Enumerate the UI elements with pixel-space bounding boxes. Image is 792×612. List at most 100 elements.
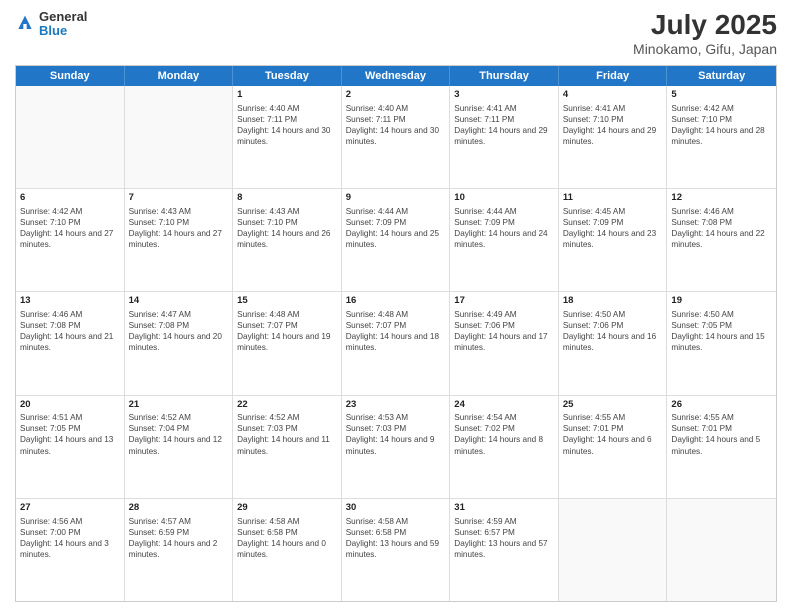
calendar-day-25: 25Sunrise: 4:55 AM Sunset: 7:01 PM Dayli…	[559, 396, 668, 498]
logo-line2: Blue	[39, 24, 87, 38]
day-info: Sunrise: 4:55 AM Sunset: 7:01 PM Dayligh…	[671, 412, 772, 456]
calendar-row-1: 1Sunrise: 4:40 AM Sunset: 7:11 PM Daylig…	[16, 86, 776, 189]
day-info: Sunrise: 4:52 AM Sunset: 7:03 PM Dayligh…	[237, 412, 337, 456]
day-number: 30	[346, 502, 446, 515]
logo: General Blue	[15, 10, 87, 39]
day-info: Sunrise: 4:54 AM Sunset: 7:02 PM Dayligh…	[454, 412, 554, 456]
day-number: 9	[346, 192, 446, 205]
calendar-title: July 2025	[633, 10, 777, 41]
calendar-day-8: 8Sunrise: 4:43 AM Sunset: 7:10 PM Daylig…	[233, 189, 342, 291]
calendar-day-21: 21Sunrise: 4:52 AM Sunset: 7:04 PM Dayli…	[125, 396, 234, 498]
day-number: 10	[454, 192, 554, 205]
day-number: 28	[129, 502, 229, 515]
calendar-day-2: 2Sunrise: 4:40 AM Sunset: 7:11 PM Daylig…	[342, 86, 451, 188]
day-number: 4	[563, 89, 663, 102]
calendar-row-5: 27Sunrise: 4:56 AM Sunset: 7:00 PM Dayli…	[16, 499, 776, 601]
calendar-empty-cell	[559, 499, 668, 601]
day-number: 25	[563, 399, 663, 412]
calendar-day-29: 29Sunrise: 4:58 AM Sunset: 6:58 PM Dayli…	[233, 499, 342, 601]
day-info: Sunrise: 4:42 AM Sunset: 7:10 PM Dayligh…	[20, 206, 120, 250]
day-info: Sunrise: 4:43 AM Sunset: 7:10 PM Dayligh…	[237, 206, 337, 250]
day-number: 19	[671, 295, 772, 308]
calendar-day-11: 11Sunrise: 4:45 AM Sunset: 7:09 PM Dayli…	[559, 189, 668, 291]
day-header-monday: Monday	[125, 66, 234, 86]
calendar-day-20: 20Sunrise: 4:51 AM Sunset: 7:05 PM Dayli…	[16, 396, 125, 498]
calendar-day-4: 4Sunrise: 4:41 AM Sunset: 7:10 PM Daylig…	[559, 86, 668, 188]
day-number: 12	[671, 192, 772, 205]
day-number: 22	[237, 399, 337, 412]
day-header-sunday: Sunday	[16, 66, 125, 86]
calendar-day-3: 3Sunrise: 4:41 AM Sunset: 7:11 PM Daylig…	[450, 86, 559, 188]
day-number: 7	[129, 192, 229, 205]
calendar-empty-cell	[16, 86, 125, 188]
day-info: Sunrise: 4:44 AM Sunset: 7:09 PM Dayligh…	[454, 206, 554, 250]
calendar-day-28: 28Sunrise: 4:57 AM Sunset: 6:59 PM Dayli…	[125, 499, 234, 601]
calendar-day-6: 6Sunrise: 4:42 AM Sunset: 7:10 PM Daylig…	[16, 189, 125, 291]
calendar-day-5: 5Sunrise: 4:42 AM Sunset: 7:10 PM Daylig…	[667, 86, 776, 188]
calendar-day-17: 17Sunrise: 4:49 AM Sunset: 7:06 PM Dayli…	[450, 292, 559, 394]
day-number: 1	[237, 89, 337, 102]
day-header-friday: Friday	[559, 66, 668, 86]
day-number: 5	[671, 89, 772, 102]
day-number: 21	[129, 399, 229, 412]
calendar-subtitle: Minokamo, Gifu, Japan	[633, 41, 777, 57]
day-info: Sunrise: 4:50 AM Sunset: 7:05 PM Dayligh…	[671, 309, 772, 353]
day-number: 18	[563, 295, 663, 308]
page: General Blue July 2025 Minokamo, Gifu, J…	[0, 0, 792, 612]
day-number: 2	[346, 89, 446, 102]
calendar-day-18: 18Sunrise: 4:50 AM Sunset: 7:06 PM Dayli…	[559, 292, 668, 394]
day-info: Sunrise: 4:50 AM Sunset: 7:06 PM Dayligh…	[563, 309, 663, 353]
day-info: Sunrise: 4:46 AM Sunset: 7:08 PM Dayligh…	[671, 206, 772, 250]
day-number: 31	[454, 502, 554, 515]
calendar-row-4: 20Sunrise: 4:51 AM Sunset: 7:05 PM Dayli…	[16, 396, 776, 499]
day-info: Sunrise: 4:41 AM Sunset: 7:11 PM Dayligh…	[454, 103, 554, 147]
day-info: Sunrise: 4:57 AM Sunset: 6:59 PM Dayligh…	[129, 516, 229, 560]
day-number: 16	[346, 295, 446, 308]
day-info: Sunrise: 4:51 AM Sunset: 7:05 PM Dayligh…	[20, 412, 120, 456]
calendar-header: SundayMondayTuesdayWednesdayThursdayFrid…	[16, 66, 776, 86]
day-info: Sunrise: 4:48 AM Sunset: 7:07 PM Dayligh…	[237, 309, 337, 353]
logo-icon	[15, 14, 35, 34]
day-info: Sunrise: 4:53 AM Sunset: 7:03 PM Dayligh…	[346, 412, 446, 456]
calendar-empty-cell	[667, 499, 776, 601]
calendar-day-15: 15Sunrise: 4:48 AM Sunset: 7:07 PM Dayli…	[233, 292, 342, 394]
calendar-day-24: 24Sunrise: 4:54 AM Sunset: 7:02 PM Dayli…	[450, 396, 559, 498]
day-header-tuesday: Tuesday	[233, 66, 342, 86]
day-number: 15	[237, 295, 337, 308]
day-info: Sunrise: 4:56 AM Sunset: 7:00 PM Dayligh…	[20, 516, 120, 560]
calendar-row-3: 13Sunrise: 4:46 AM Sunset: 7:08 PM Dayli…	[16, 292, 776, 395]
calendar-day-14: 14Sunrise: 4:47 AM Sunset: 7:08 PM Dayli…	[125, 292, 234, 394]
day-info: Sunrise: 4:58 AM Sunset: 6:58 PM Dayligh…	[346, 516, 446, 560]
day-info: Sunrise: 4:40 AM Sunset: 7:11 PM Dayligh…	[237, 103, 337, 147]
day-info: Sunrise: 4:40 AM Sunset: 7:11 PM Dayligh…	[346, 103, 446, 147]
day-header-wednesday: Wednesday	[342, 66, 451, 86]
day-info: Sunrise: 4:46 AM Sunset: 7:08 PM Dayligh…	[20, 309, 120, 353]
day-info: Sunrise: 4:44 AM Sunset: 7:09 PM Dayligh…	[346, 206, 446, 250]
day-info: Sunrise: 4:49 AM Sunset: 7:06 PM Dayligh…	[454, 309, 554, 353]
day-header-saturday: Saturday	[667, 66, 776, 86]
day-number: 27	[20, 502, 120, 515]
day-number: 11	[563, 192, 663, 205]
calendar-day-22: 22Sunrise: 4:52 AM Sunset: 7:03 PM Dayli…	[233, 396, 342, 498]
logo-text: General Blue	[39, 10, 87, 39]
header: General Blue July 2025 Minokamo, Gifu, J…	[15, 10, 777, 57]
calendar-day-13: 13Sunrise: 4:46 AM Sunset: 7:08 PM Dayli…	[16, 292, 125, 394]
logo-line1: General	[39, 10, 87, 24]
calendar-day-16: 16Sunrise: 4:48 AM Sunset: 7:07 PM Dayli…	[342, 292, 451, 394]
calendar-row-2: 6Sunrise: 4:42 AM Sunset: 7:10 PM Daylig…	[16, 189, 776, 292]
calendar-day-1: 1Sunrise: 4:40 AM Sunset: 7:11 PM Daylig…	[233, 86, 342, 188]
calendar-day-9: 9Sunrise: 4:44 AM Sunset: 7:09 PM Daylig…	[342, 189, 451, 291]
calendar-day-19: 19Sunrise: 4:50 AM Sunset: 7:05 PM Dayli…	[667, 292, 776, 394]
calendar-day-26: 26Sunrise: 4:55 AM Sunset: 7:01 PM Dayli…	[667, 396, 776, 498]
calendar: SundayMondayTuesdayWednesdayThursdayFrid…	[15, 65, 777, 602]
day-info: Sunrise: 4:55 AM Sunset: 7:01 PM Dayligh…	[563, 412, 663, 456]
day-info: Sunrise: 4:41 AM Sunset: 7:10 PM Dayligh…	[563, 103, 663, 147]
day-number: 6	[20, 192, 120, 205]
calendar-empty-cell	[125, 86, 234, 188]
title-block: July 2025 Minokamo, Gifu, Japan	[633, 10, 777, 57]
calendar-body: 1Sunrise: 4:40 AM Sunset: 7:11 PM Daylig…	[16, 86, 776, 601]
calendar-day-7: 7Sunrise: 4:43 AM Sunset: 7:10 PM Daylig…	[125, 189, 234, 291]
day-header-thursday: Thursday	[450, 66, 559, 86]
calendar-day-31: 31Sunrise: 4:59 AM Sunset: 6:57 PM Dayli…	[450, 499, 559, 601]
day-number: 24	[454, 399, 554, 412]
